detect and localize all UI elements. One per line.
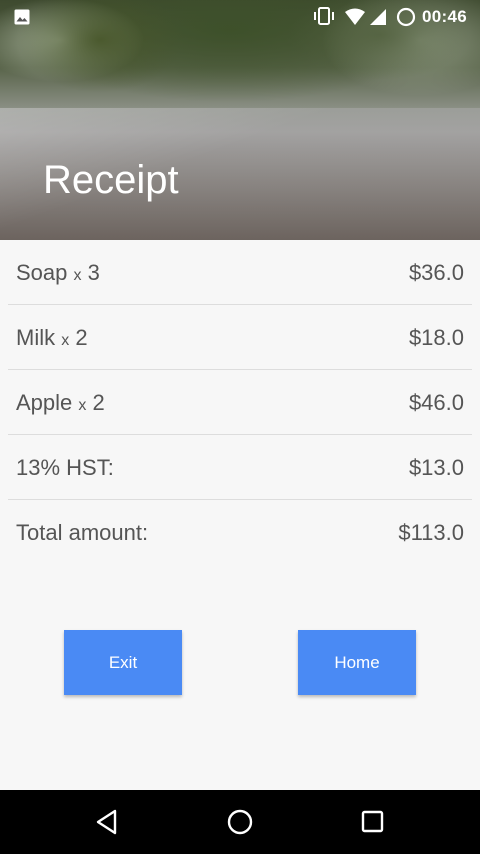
image-icon	[14, 9, 30, 30]
vibrate-icon	[313, 6, 335, 31]
signal-icon	[369, 8, 387, 31]
item-qty: 2	[75, 325, 88, 350]
sync-icon	[396, 7, 416, 32]
receipt-list: Soap x 3 $36.0 Milk x 2 $18.0 Apple x 2 …	[0, 240, 480, 565]
navigation-bar	[0, 790, 480, 854]
tax-label: 13% HST:	[16, 455, 114, 480]
item-name: Soap	[16, 260, 68, 285]
total-value: $113.0	[398, 520, 464, 545]
exit-button[interactable]: Exit	[64, 630, 182, 695]
item-label: Apple x 2	[16, 390, 105, 416]
receipt-tax-row: 13% HST: $13.0	[8, 435, 472, 500]
receipt-item-soap: Soap x 3 $36.0	[8, 240, 472, 305]
item-price: $36.0	[408, 260, 464, 285]
receipt-total-row: Total amount: $113.0	[8, 500, 472, 565]
item-qty: 2	[92, 390, 105, 415]
item-price: $18.0	[408, 325, 464, 350]
item-label: Soap x 3	[16, 260, 100, 286]
item-qty-x: x	[78, 397, 87, 414]
header-banner	[0, 0, 480, 240]
back-icon[interactable]	[95, 809, 119, 839]
status-clock: 00:46	[422, 7, 467, 26]
item-qty-x: x	[61, 332, 70, 349]
page-title: Receipt	[43, 158, 179, 202]
receipt-item-milk: Milk x 2 $18.0	[8, 305, 472, 370]
item-name: Apple	[16, 390, 73, 415]
item-qty-x: x	[73, 267, 82, 284]
home-button[interactable]: Home	[298, 630, 416, 695]
item-qty: 3	[87, 260, 100, 285]
tax-value: $13.0	[408, 455, 464, 480]
receipt-item-apple: Apple x 2 $46.0	[8, 370, 472, 435]
status-bar: 00:46	[0, 0, 480, 34]
total-label: Total amount:	[16, 520, 149, 545]
wifi-icon	[344, 8, 366, 31]
home-nav-icon[interactable]	[227, 809, 253, 839]
item-label: Milk x 2	[16, 325, 88, 351]
item-name: Milk	[16, 325, 56, 350]
item-price: $46.0	[408, 390, 464, 415]
recents-icon[interactable]	[361, 810, 385, 838]
